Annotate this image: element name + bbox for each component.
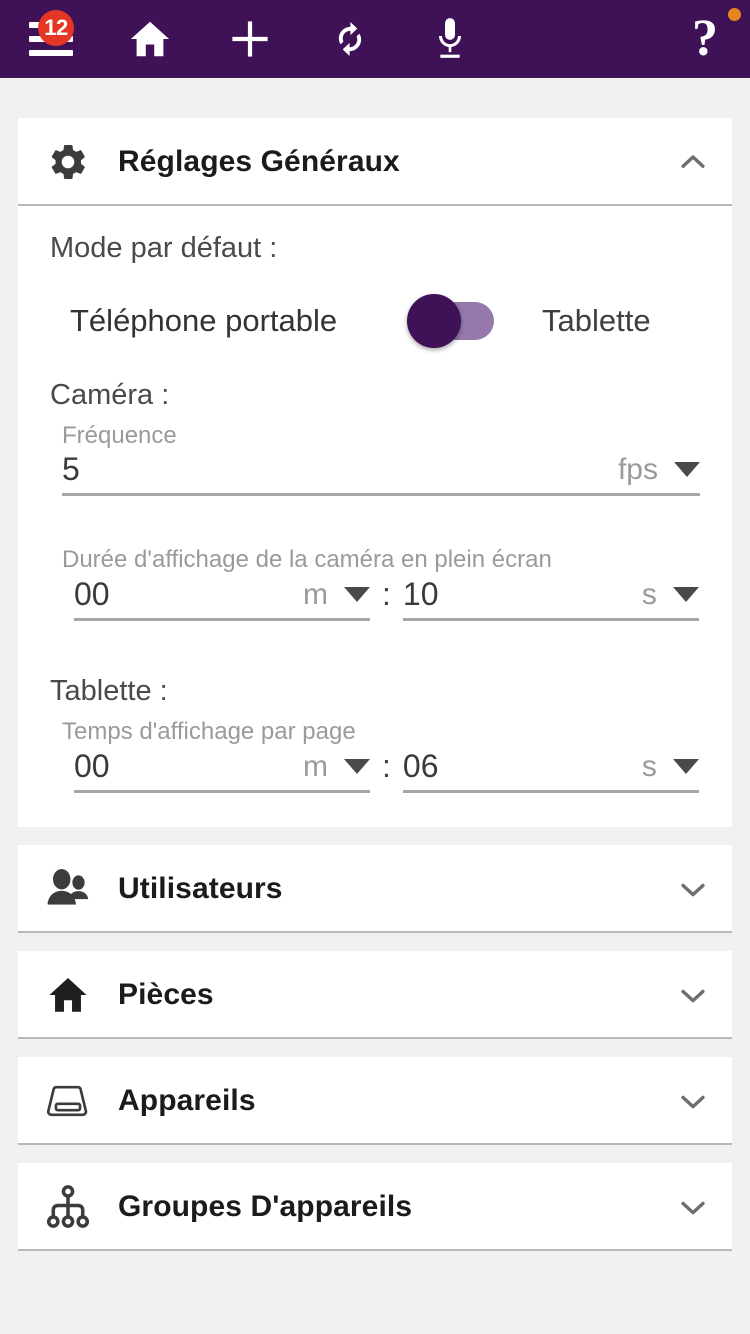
spacer-tablet [50,621,700,667]
general-settings-title: Réglages Généraux [118,145,400,178]
default-mode-row: Téléphone portable Tablette [50,275,700,371]
fullscreen-time-separator: : [382,576,391,613]
fullscreen-seconds-unit: s [641,578,657,612]
fullscreen-duration-label: Durée d'affichage de la caméra en plein … [62,546,552,574]
sync-icon [327,16,373,62]
card-general-settings: Réglages Généraux Mode par défaut : Télé… [18,118,732,828]
section-header-groupes-appareils[interactable]: Groupes D'appareils [18,1163,732,1252]
general-settings-header[interactable]: Réglages Généraux [18,118,732,206]
add-button[interactable] [200,0,300,78]
sync-button[interactable] [300,0,400,78]
chevron-up-icon[interactable] [676,145,710,179]
section-title-groupes-appareils: Groupes D'appareils [118,1190,413,1224]
mode-toggle[interactable] [407,294,494,348]
section-title-appareils: Appareils [118,1084,256,1118]
frequency-field-group: Fréquence 5 fps [50,422,700,497]
card-appareils: Appareils [18,1057,732,1146]
app-screen: 12 ? Réglages Généraux Mode par défaut:… [0,0,750,1334]
home-icon [18,974,118,1016]
gear-icon [18,141,118,183]
fullscreen-seconds-dropdown-icon[interactable] [672,587,699,603]
fullscreen-seconds-input[interactable]: 10 [403,576,642,612]
microphone-icon [430,15,470,63]
fullscreen-minutes-field[interactable]: 00 m [74,576,370,622]
page-display-time-row: 00 m : 06 s [62,748,700,794]
top-app-bar: 12 ? [0,0,750,78]
frequency-dropdown-icon[interactable] [674,462,700,478]
chevron-down-icon[interactable] [676,978,710,1012]
mode-option-tablet: Tablette [542,303,651,338]
page-minutes-input[interactable]: 00 [74,748,303,784]
section-title-pieces: Pièces [118,978,214,1012]
mode-option-phone: Téléphone portable [70,302,338,338]
section-header-utilisateurs[interactable]: Utilisateurs [18,845,732,934]
card-utilisateurs: Utilisateurs [18,845,732,934]
tablet-label: Tablette : [50,675,168,708]
page-minutes-unit: m [303,750,328,784]
page-minutes-dropdown-icon[interactable] [344,759,370,775]
page-seconds-field[interactable]: 06 s [402,748,699,794]
add-icon [226,15,274,63]
frequency-field[interactable]: 5 fps [62,451,700,497]
page-minutes-field[interactable]: 00 m [74,748,370,794]
menu-button[interactable]: 12 [0,0,100,78]
microphone-button[interactable] [400,0,500,78]
fullscreen-seconds-field[interactable]: 10 s [402,576,699,622]
card-pieces: Pièces [18,951,732,1040]
page-time-separator: : [382,748,391,785]
default-mode-label: Mode par défaut : [50,232,278,264]
page-seconds-input[interactable]: 06 [403,748,642,784]
chevron-down-icon[interactable] [676,1190,710,1224]
home-icon [127,17,173,61]
help-icon: ? [692,10,718,67]
chevron-down-icon[interactable] [676,872,710,906]
section-title-utilisateurs: Utilisateurs [118,872,283,906]
frequency-input[interactable]: 5 [62,451,618,487]
status-dot [728,8,741,21]
camera-label: Caméra : [50,379,170,411]
frequency-unit: fps [617,453,658,487]
fullscreen-minutes-dropdown-icon[interactable] [344,587,370,603]
general-settings-body: Mode par défaut : Téléphone portable Tab… [18,206,732,827]
page-seconds-unit: s [641,750,657,784]
fullscreen-minutes-input[interactable]: 00 [74,576,303,612]
page-display-time-group: Temps d'affichage par page 00 m : 06 s [50,718,700,794]
frequency-label: Fréquence [62,422,177,449]
fullscreen-duration-row: 00 m : 10 s [62,576,700,622]
section-header-appareils[interactable]: Appareils [18,1057,732,1146]
users-icon [18,868,118,910]
card-groupes-appareils: Groupes D'appareils [18,1163,732,1252]
home-button[interactable] [100,0,200,78]
toggle-knob [407,294,461,348]
section-header-pieces[interactable]: Pièces [18,951,732,1040]
sitemap-icon [18,1185,118,1229]
device-icon [18,1081,118,1121]
menu-badge: 12 [38,10,74,46]
page-display-time-label: Temps d'affichage par page [62,718,356,746]
chevron-down-icon[interactable] [676,1084,710,1118]
fullscreen-duration-group: Durée d'affichage de la caméra en plein … [50,546,700,622]
page-seconds-dropdown-icon[interactable] [672,759,699,775]
fullscreen-minutes-unit: m [303,578,328,612]
spacer-camera [50,496,700,542]
